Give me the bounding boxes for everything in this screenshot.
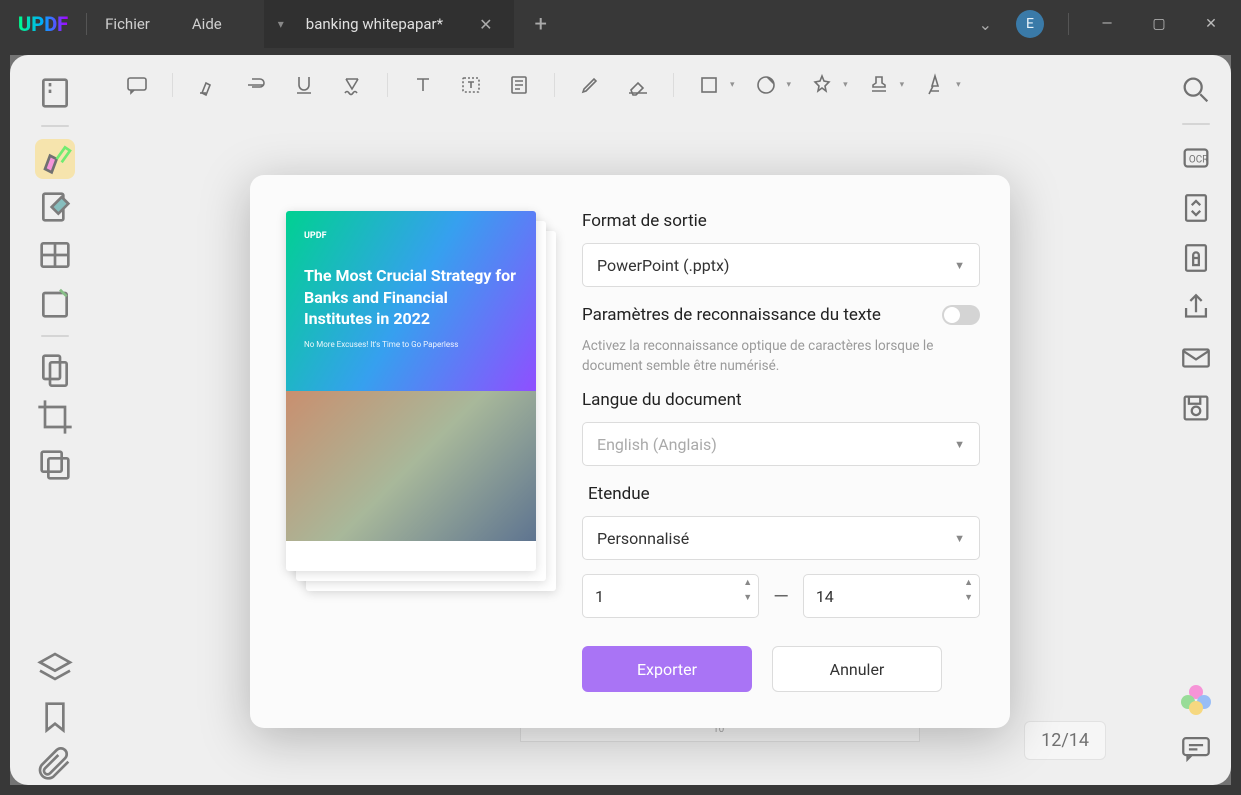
ocr-toggle[interactable] bbox=[942, 305, 980, 325]
preview-logo: UPDF bbox=[304, 231, 518, 241]
preview-card-front: UPDF The Most Crucial Strategy for Banks… bbox=[286, 211, 536, 571]
output-format-select[interactable]: PowerPoint (.pptx) ▼ bbox=[582, 243, 980, 287]
range-label: Etendue bbox=[582, 484, 980, 504]
language-value: English (Anglais) bbox=[597, 435, 717, 454]
tab-chevron-icon: ▾ bbox=[278, 17, 284, 31]
chevron-down-icon: ▼ bbox=[954, 259, 965, 272]
window-minimize-icon[interactable]: — bbox=[1093, 16, 1121, 32]
spin-down-icon[interactable]: ▼ bbox=[743, 594, 752, 603]
window-close-icon[interactable]: ✕ bbox=[1197, 16, 1225, 32]
range-to-input[interactable]: 14 ▲ ▼ bbox=[803, 574, 980, 618]
language-label: Langue du document bbox=[582, 390, 980, 410]
preview-title: The Most Crucial Strategy for Banks and … bbox=[304, 265, 518, 330]
toggle-knob bbox=[944, 307, 960, 323]
page-range-row: 1 ▲ ▼ — 14 ▲ ▼ bbox=[582, 574, 980, 618]
menu-file[interactable]: Fichier bbox=[105, 15, 150, 33]
app-logo: UPDF bbox=[18, 12, 68, 36]
spin-down-icon[interactable]: ▼ bbox=[964, 594, 973, 603]
dropdown-icon[interactable]: ⌄ bbox=[979, 15, 992, 34]
button-row: Exporter Annuler bbox=[582, 646, 980, 692]
chevron-down-icon: ▼ bbox=[954, 532, 965, 545]
app-body: ▾ ▾ ▾ ▾ ▾ among the other features you c… bbox=[10, 55, 1231, 785]
ocr-settings-label: Paramètres de reconnaissance du texte bbox=[582, 305, 881, 325]
divider bbox=[1068, 13, 1069, 35]
range-from-value: 1 bbox=[595, 587, 604, 606]
titlebar: UPDF Fichier Aide ▾ banking whitepapar* … bbox=[0, 0, 1241, 48]
menu-help[interactable]: Aide bbox=[192, 15, 222, 33]
range-select[interactable]: Personnalisé ▼ bbox=[582, 516, 980, 560]
range-from-input[interactable]: 1 ▲ ▼ bbox=[582, 574, 759, 618]
divider bbox=[86, 13, 87, 35]
output-format-label: Format de sortie bbox=[582, 211, 980, 231]
tab-close-icon[interactable]: ✕ bbox=[479, 15, 492, 34]
output-format-value: PowerPoint (.pptx) bbox=[597, 256, 730, 275]
export-button[interactable]: Exporter bbox=[582, 646, 752, 692]
export-form: Format de sortie PowerPoint (.pptx) ▼ Pa… bbox=[582, 211, 980, 692]
window-maximize-icon[interactable]: ▢ bbox=[1145, 16, 1173, 32]
tab-title: banking whitepapar* bbox=[306, 15, 443, 33]
language-select[interactable]: English (Anglais) ▼ bbox=[582, 422, 980, 466]
range-value: Personnalisé bbox=[597, 529, 689, 548]
document-preview-stack: UPDF The Most Crucial Strategy for Banks… bbox=[286, 211, 556, 601]
document-tab[interactable]: ▾ banking whitepapar* ✕ bbox=[264, 0, 515, 48]
ocr-description: Activez la reconnaissance optique de car… bbox=[582, 337, 980, 376]
range-to-value: 14 bbox=[816, 587, 834, 606]
new-tab-button[interactable]: + bbox=[534, 12, 546, 37]
cancel-button[interactable]: Annuler bbox=[772, 646, 942, 692]
spin-up-icon[interactable]: ▲ bbox=[743, 579, 752, 588]
chevron-down-icon: ▼ bbox=[954, 438, 965, 451]
spin-up-icon[interactable]: ▲ bbox=[964, 579, 973, 588]
range-dash: — bbox=[773, 584, 789, 608]
export-modal: UPDF The Most Crucial Strategy for Banks… bbox=[250, 175, 1010, 728]
user-avatar[interactable]: E bbox=[1016, 10, 1044, 38]
preview-photo bbox=[286, 391, 536, 541]
preview-subtitle: No More Excuses! It's Time to Go Paperle… bbox=[304, 340, 518, 349]
